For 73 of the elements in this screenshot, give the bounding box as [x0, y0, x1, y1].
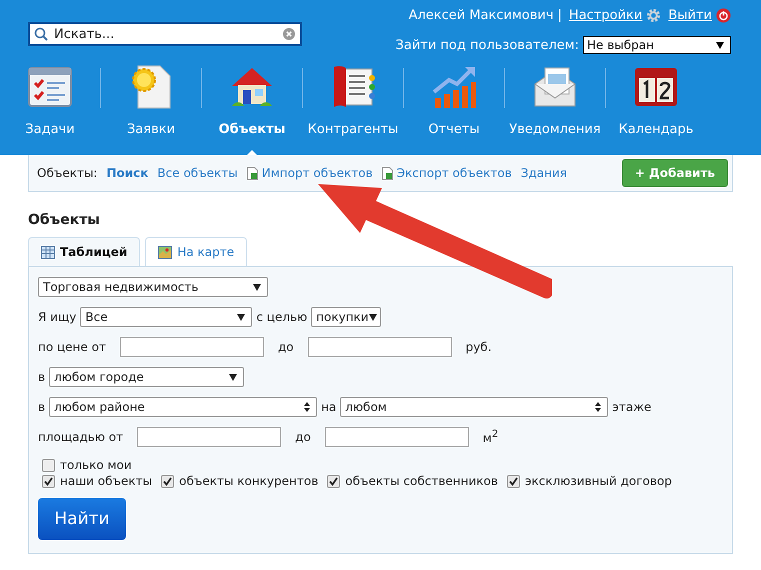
- search-field[interactable]: Искать...: [28, 22, 302, 46]
- checkbox[interactable]: [506, 474, 520, 488]
- section-label: Объекты:: [37, 166, 98, 180]
- search-icon: [34, 27, 48, 41]
- field-label: в: [38, 370, 46, 384]
- unit-label: руб.: [466, 340, 492, 354]
- logout-link[interactable]: Выйти: [668, 8, 712, 23]
- table-icon: [41, 246, 55, 258]
- spinner-arrows-icon: [595, 402, 602, 412]
- checkbox-label: объекты конкурентов: [179, 474, 318, 488]
- subnav-link[interactable]: Все объекты: [157, 166, 238, 180]
- caret-icon: [237, 314, 246, 320]
- field-label: с целью: [256, 310, 308, 324]
- spinner-arrows-icon: [304, 402, 310, 412]
- price-from-field[interactable]: [120, 337, 264, 357]
- checkbox[interactable]: [42, 474, 55, 488]
- subnav-link[interactable]: Здания: [520, 166, 567, 180]
- view-tab[interactable]: Таблицей: [28, 237, 140, 266]
- area-from-field[interactable]: [137, 427, 282, 447]
- field-label: площадью от: [38, 430, 124, 444]
- add-button[interactable]: + Добавить: [622, 159, 728, 187]
- nav-tab[interactable]: Уведомления: [505, 64, 605, 154]
- checkbox-label: наши объекты: [60, 474, 152, 488]
- seek-select[interactable]: Все: [80, 307, 252, 327]
- bar-chart-icon: [431, 64, 477, 110]
- file-export-icon: [382, 166, 393, 180]
- section-title: Объекты: [28, 212, 101, 228]
- checkbox[interactable]: [327, 474, 340, 488]
- nav-tab[interactable]: Заявки: [101, 64, 201, 154]
- area-to-field[interactable]: [324, 427, 469, 447]
- checkbox[interactable]: [161, 474, 174, 488]
- checkbox[interactable]: [42, 458, 55, 472]
- field-label: Я ищу: [38, 310, 76, 324]
- file-import-icon: [246, 166, 258, 180]
- field-label: до: [295, 430, 311, 444]
- checkbox-label: только мои: [60, 458, 132, 472]
- view-tab[interactable]: На карте: [145, 237, 248, 266]
- caret-icon: [229, 374, 238, 380]
- separator-text: |: [558, 8, 562, 23]
- purpose-select[interactable]: покупки: [311, 307, 382, 327]
- settings-icon[interactable]: [646, 8, 662, 23]
- checkbox-label: объекты собственников: [345, 474, 498, 488]
- field-label: по цене от: [38, 340, 106, 354]
- field-label: до: [278, 340, 294, 354]
- district-select[interactable]: любом районе: [49, 397, 318, 417]
- user-select[interactable]: Не выбран: [583, 36, 731, 54]
- settings-link[interactable]: Настройки: [568, 8, 642, 23]
- unit-label: м$^{2}$: [482, 429, 498, 445]
- price-to-field[interactable]: [308, 337, 452, 357]
- map-icon: [158, 246, 172, 258]
- nav-tab[interactable]: Календарь: [606, 64, 706, 154]
- checkbox-label: эксклюзивный договор: [524, 474, 672, 488]
- power-icon[interactable]: [716, 8, 731, 23]
- clear-icon[interactable]: [283, 28, 295, 40]
- task-list-icon: [27, 64, 73, 110]
- field-label: в: [38, 400, 46, 414]
- find-button[interactable]: Найти: [38, 498, 126, 540]
- nav-tab[interactable]: Задачи: [0, 64, 100, 154]
- city-select[interactable]: любом городе: [49, 367, 244, 387]
- caret-icon: [368, 314, 377, 320]
- subnav-link[interactable]: Поиск: [106, 166, 148, 180]
- field-label: на: [321, 400, 336, 414]
- caret-icon: [716, 42, 724, 48]
- floor-select[interactable]: любом: [340, 397, 608, 417]
- nav-tab[interactable]: Отчеты: [404, 64, 504, 154]
- impersonate-label: Зайти под пользователем:: [396, 38, 579, 52]
- property-type-select[interactable]: Торговая недвижимость: [38, 277, 268, 297]
- user-name: Алексей Максимович: [408, 8, 554, 23]
- subnav-link[interactable]: Экспорт объектов: [396, 166, 512, 180]
- subnav-link[interactable]: Импорт объектов: [262, 166, 373, 180]
- nav-tab[interactable]: Контрагенты: [303, 64, 403, 154]
- field-label: этаже: [612, 400, 652, 414]
- caret-icon: [253, 284, 261, 290]
